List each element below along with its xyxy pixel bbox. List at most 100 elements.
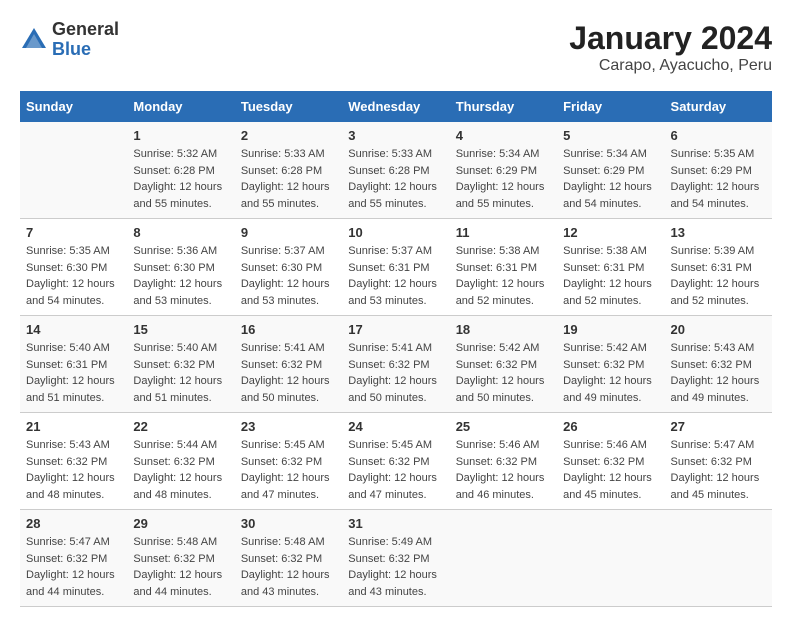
day-number: 19 (563, 322, 658, 337)
calendar-cell: 23 Sunrise: 5:45 AMSunset: 6:32 PMDayligh… (235, 413, 342, 510)
day-info: Sunrise: 5:45 AMSunset: 6:32 PMDaylight:… (348, 437, 443, 503)
day-number: 9 (241, 225, 336, 240)
day-number: 8 (133, 225, 228, 240)
day-info: Sunrise: 5:43 AMSunset: 6:32 PMDaylight:… (26, 437, 121, 503)
calendar-cell: 27 Sunrise: 5:47 AMSunset: 6:32 PMDayligh… (665, 413, 772, 510)
day-number: 31 (348, 516, 443, 531)
day-number: 28 (26, 516, 121, 531)
day-info: Sunrise: 5:34 AMSunset: 6:29 PMDaylight:… (563, 146, 658, 212)
logo-line1: General (52, 20, 119, 40)
day-info: Sunrise: 5:45 AMSunset: 6:32 PMDaylight:… (241, 437, 336, 503)
week-row-2: 7Sunrise: 5:35 AMSunset: 6:30 PMDaylight… (20, 219, 772, 316)
calendar-cell: 4 Sunrise: 5:34 AMSunset: 6:29 PMDaylight… (450, 122, 557, 219)
day-info: Sunrise: 5:34 AMSunset: 6:29 PMDaylight:… (456, 146, 551, 212)
day-number: 12 (563, 225, 658, 240)
day-number: 10 (348, 225, 443, 240)
calendar-cell: 20Sunrise: 5:43 AMSunset: 6:32 PMDayligh… (665, 316, 772, 413)
day-number: 21 (26, 419, 121, 434)
week-row-1: 1 Sunrise: 5:32 AMSunset: 6:28 PMDaylight… (20, 122, 772, 219)
day-number: 5 (563, 128, 658, 143)
day-info: Sunrise: 5:33 AMSunset: 6:28 PMDaylight:… (348, 146, 443, 212)
day-info: Sunrise: 5:43 AMSunset: 6:32 PMDaylight:… (671, 340, 766, 406)
logo: General Blue (20, 20, 119, 60)
calendar-cell: 25 Sunrise: 5:46 AMSunset: 6:32 PMDayligh… (450, 413, 557, 510)
day-number: 24 (348, 419, 443, 434)
day-info: Sunrise: 5:46 AMSunset: 6:32 PMDaylight:… (563, 437, 658, 503)
day-info: Sunrise: 5:44 AMSunset: 6:32 PMDaylight:… (133, 437, 228, 503)
calendar-cell: 21 Sunrise: 5:43 AMSunset: 6:32 PMDayligh… (20, 413, 127, 510)
day-info: Sunrise: 5:47 AMSunset: 6:32 PMDaylight:… (26, 534, 121, 600)
week-row-4: 21 Sunrise: 5:43 AMSunset: 6:32 PMDayligh… (20, 413, 772, 510)
calendar-cell: 13Sunrise: 5:39 AMSunset: 6:31 PMDayligh… (665, 219, 772, 316)
day-number: 16 (241, 322, 336, 337)
logo-text: General Blue (52, 20, 119, 60)
col-header-wednesday: Wednesday (342, 91, 449, 122)
calendar-cell: 11Sunrise: 5:38 AMSunset: 6:31 PMDayligh… (450, 219, 557, 316)
calendar-cell: 15Sunrise: 5:40 AMSunset: 6:32 PMDayligh… (127, 316, 234, 413)
day-info: Sunrise: 5:49 AMSunset: 6:32 PMDaylight:… (348, 534, 443, 600)
day-info: Sunrise: 5:41 AMSunset: 6:32 PMDaylight:… (241, 340, 336, 406)
day-number: 14 (26, 322, 121, 337)
calendar-cell: 10 Sunrise: 5:37 AMSunset: 6:31 PMDayligh… (342, 219, 449, 316)
day-number: 6 (671, 128, 766, 143)
day-info: Sunrise: 5:37 AMSunset: 6:30 PMDaylight:… (241, 243, 336, 309)
calendar-cell: 2 Sunrise: 5:33 AMSunset: 6:28 PMDaylight… (235, 122, 342, 219)
calendar-cell: 9 Sunrise: 5:37 AMSunset: 6:30 PMDaylight… (235, 219, 342, 316)
calendar-cell (20, 122, 127, 219)
calendar-cell: 17 Sunrise: 5:41 AMSunset: 6:32 PMDayligh… (342, 316, 449, 413)
day-number: 1 (133, 128, 228, 143)
day-info: Sunrise: 5:42 AMSunset: 6:32 PMDaylight:… (563, 340, 658, 406)
week-row-5: 28 Sunrise: 5:47 AMSunset: 6:32 PMDayligh… (20, 510, 772, 607)
col-header-saturday: Saturday (665, 91, 772, 122)
day-info: Sunrise: 5:37 AMSunset: 6:31 PMDaylight:… (348, 243, 443, 309)
day-number: 22 (133, 419, 228, 434)
page-subtitle: Carapo, Ayacucho, Peru (569, 57, 772, 75)
calendar-cell (557, 510, 664, 607)
day-info: Sunrise: 5:38 AMSunset: 6:31 PMDaylight:… (563, 243, 658, 309)
day-number: 18 (456, 322, 551, 337)
day-info: Sunrise: 5:36 AMSunset: 6:30 PMDaylight:… (133, 243, 228, 309)
day-number: 3 (348, 128, 443, 143)
week-row-3: 14Sunrise: 5:40 AMSunset: 6:31 PMDayligh… (20, 316, 772, 413)
day-info: Sunrise: 5:42 AMSunset: 6:32 PMDaylight:… (456, 340, 551, 406)
day-info: Sunrise: 5:47 AMSunset: 6:32 PMDaylight:… (671, 437, 766, 503)
day-number: 4 (456, 128, 551, 143)
day-number: 29 (133, 516, 228, 531)
calendar-cell: 30Sunrise: 5:48 AMSunset: 6:32 PMDayligh… (235, 510, 342, 607)
col-header-friday: Friday (557, 91, 664, 122)
calendar-table: SundayMondayTuesdayWednesdayThursdayFrid… (20, 91, 772, 607)
col-header-tuesday: Tuesday (235, 91, 342, 122)
calendar-cell: 3 Sunrise: 5:33 AMSunset: 6:28 PMDaylight… (342, 122, 449, 219)
day-info: Sunrise: 5:39 AMSunset: 6:31 PMDaylight:… (671, 243, 766, 309)
calendar-cell: 8 Sunrise: 5:36 AMSunset: 6:30 PMDaylight… (127, 219, 234, 316)
calendar-cell: 7Sunrise: 5:35 AMSunset: 6:30 PMDaylight… (20, 219, 127, 316)
day-number: 25 (456, 419, 551, 434)
calendar-cell: 19 Sunrise: 5:42 AMSunset: 6:32 PMDayligh… (557, 316, 664, 413)
col-header-monday: Monday (127, 91, 234, 122)
day-number: 17 (348, 322, 443, 337)
calendar-cell: 14Sunrise: 5:40 AMSunset: 6:31 PMDayligh… (20, 316, 127, 413)
logo-icon (20, 26, 48, 54)
day-info: Sunrise: 5:32 AMSunset: 6:28 PMDaylight:… (133, 146, 228, 212)
page-title: January 2024 (569, 20, 772, 57)
col-header-thursday: Thursday (450, 91, 557, 122)
day-info: Sunrise: 5:40 AMSunset: 6:32 PMDaylight:… (133, 340, 228, 406)
day-info: Sunrise: 5:48 AMSunset: 6:32 PMDaylight:… (241, 534, 336, 600)
calendar-cell: 12 Sunrise: 5:38 AMSunset: 6:31 PMDayligh… (557, 219, 664, 316)
day-info: Sunrise: 5:41 AMSunset: 6:32 PMDaylight:… (348, 340, 443, 406)
calendar-cell: 31 Sunrise: 5:49 AMSunset: 6:32 PMDayligh… (342, 510, 449, 607)
day-number: 27 (671, 419, 766, 434)
day-info: Sunrise: 5:33 AMSunset: 6:28 PMDaylight:… (241, 146, 336, 212)
calendar-cell (450, 510, 557, 607)
calendar-cell (665, 510, 772, 607)
day-info: Sunrise: 5:46 AMSunset: 6:32 PMDaylight:… (456, 437, 551, 503)
calendar-cell: 22 Sunrise: 5:44 AMSunset: 6:32 PMDayligh… (127, 413, 234, 510)
page-header: General Blue January 2024 Carapo, Ayacuc… (20, 20, 772, 75)
day-number: 23 (241, 419, 336, 434)
day-info: Sunrise: 5:35 AMSunset: 6:29 PMDaylight:… (671, 146, 766, 212)
calendar-header-row: SundayMondayTuesdayWednesdayThursdayFrid… (20, 91, 772, 122)
day-info: Sunrise: 5:35 AMSunset: 6:30 PMDaylight:… (26, 243, 121, 309)
day-number: 26 (563, 419, 658, 434)
day-number: 2 (241, 128, 336, 143)
day-info: Sunrise: 5:48 AMSunset: 6:32 PMDaylight:… (133, 534, 228, 600)
